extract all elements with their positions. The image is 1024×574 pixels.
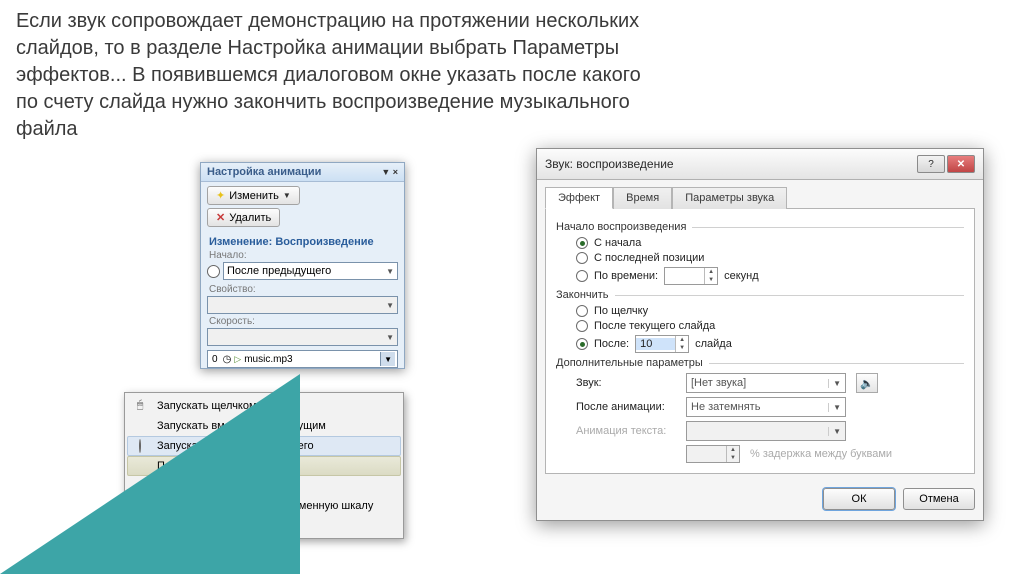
radio-after-n[interactable]: После: 10 ▲▼ слайда xyxy=(576,335,964,353)
star-icon: ✦ xyxy=(216,189,225,202)
spin-down-icon[interactable]: ▼ xyxy=(705,276,717,284)
unit-label: слайда xyxy=(695,338,732,350)
radio-icon xyxy=(576,305,588,317)
tab-body: Начало воспроизведения С начала С послед… xyxy=(545,208,975,474)
radio-icon xyxy=(576,252,588,264)
radio-icon xyxy=(576,338,588,350)
dialog-title: Звук: воспроизведение xyxy=(545,157,674,171)
clock-icon: ◷ xyxy=(223,354,232,365)
radio-label: После: xyxy=(594,338,629,350)
property-combo: ▼ xyxy=(207,296,398,314)
close-button[interactable]: ✕ xyxy=(947,155,975,173)
radio-label: С начала xyxy=(594,237,641,249)
radio-on-click[interactable]: По щелчку xyxy=(576,305,964,317)
combo-value: [Нет звука] xyxy=(691,377,746,389)
delay-label: % задержка между буквами xyxy=(750,448,892,460)
chevron-down-icon: ▼ xyxy=(283,191,291,200)
chevron-down-icon: ▼ xyxy=(386,301,394,310)
start-label: Начало: xyxy=(209,250,396,261)
tab-row: Эффект Время Параметры звука xyxy=(537,180,983,208)
delete-button-label: Удалить xyxy=(229,212,271,224)
chevron-down-icon: ▼ xyxy=(828,427,841,436)
tab-time[interactable]: Время xyxy=(613,187,672,209)
dialog-titlebar: Звук: воспроизведение ? ✕ xyxy=(537,149,983,180)
radio-label: С последней позиции xyxy=(594,252,704,264)
instruction-paragraph: Если звук сопровождает демонстрацию на п… xyxy=(0,0,680,151)
decorative-triangle xyxy=(0,374,300,574)
cancel-button[interactable]: Отмена xyxy=(903,488,975,510)
play-icon: ▷ xyxy=(234,354,241,365)
chevron-down-icon: ▼ xyxy=(386,267,394,276)
after-animation-label: После анимации: xyxy=(576,401,676,413)
radio-icon xyxy=(576,320,588,332)
animation-list-item[interactable]: 0 ◷ ▷ music.mp3 ▼ xyxy=(207,350,398,368)
start-combo-value: После предыдущего xyxy=(227,265,331,277)
help-button[interactable]: ? xyxy=(917,155,945,173)
delete-button[interactable]: ✕ Удалить xyxy=(207,208,280,227)
sound-label: Звук: xyxy=(576,377,676,389)
tab-effect[interactable]: Эффект xyxy=(545,187,613,209)
ok-button[interactable]: ОК xyxy=(823,488,895,510)
radio-by-time[interactable]: По времени: ▲▼ секунд xyxy=(576,267,964,285)
anim-file-label: music.mp3 xyxy=(244,354,292,365)
chevron-down-icon[interactable]: ▼ xyxy=(380,352,395,366)
unit-label: секунд xyxy=(724,270,759,282)
speed-combo: ▼ xyxy=(207,328,398,346)
property-label: Свойство: xyxy=(209,284,396,295)
pane-title: Настройка анимации xyxy=(207,166,321,178)
change-section-title: Изменение: Воспроизведение xyxy=(209,236,396,248)
end-group-label: Закончить xyxy=(556,289,964,301)
speed-label: Скорость: xyxy=(209,316,396,327)
x-icon: ✕ xyxy=(216,211,225,224)
chevron-down-icon: ▼ xyxy=(828,379,841,388)
radio-label: По щелчку xyxy=(594,305,648,317)
start-combo[interactable]: После предыдущего ▼ xyxy=(223,262,398,280)
tab-sound-params[interactable]: Параметры звука xyxy=(672,187,787,209)
extra-group-label: Дополнительные параметры xyxy=(556,357,964,369)
spinner-value: 10 xyxy=(636,338,675,350)
spin-up-icon[interactable]: ▲ xyxy=(676,336,688,344)
radio-after-current[interactable]: После текущего слайда xyxy=(576,320,964,332)
animation-pane: Настройка анимации ▼ × ✦ Изменить ▼ ✕ Уд… xyxy=(200,162,405,369)
combo-value: Не затемнять xyxy=(691,401,760,413)
delay-spinner: ▲▼ xyxy=(686,445,740,463)
text-animation-label: Анимация текста: xyxy=(576,425,676,437)
text-animation-combo: ▼ xyxy=(686,421,846,441)
start-group-label: Начало воспроизведения xyxy=(556,221,964,233)
speaker-button[interactable]: 🔈 xyxy=(856,373,878,393)
radio-label: После текущего слайда xyxy=(594,320,715,332)
spin-down-icon[interactable]: ▼ xyxy=(676,344,688,352)
radio-from-last[interactable]: С последней позиции xyxy=(576,252,964,264)
pane-title-bar: Настройка анимации ▼ × xyxy=(201,163,404,182)
change-button-label: Изменить xyxy=(229,190,279,202)
radio-icon xyxy=(576,270,588,282)
after-animation-combo[interactable]: Не затемнять ▼ xyxy=(686,397,846,417)
chevron-down-icon: ▼ xyxy=(828,403,841,412)
pane-dropdown-icon[interactable]: ▼ × xyxy=(381,167,398,177)
radio-from-start[interactable]: С начала xyxy=(576,237,964,249)
sound-play-dialog: Звук: воспроизведение ? ✕ Эффект Время П… xyxy=(536,148,984,521)
time-spinner[interactable]: ▲▼ xyxy=(664,267,718,285)
clock-icon xyxy=(207,265,220,278)
radio-label: По времени: xyxy=(594,270,658,282)
chevron-down-icon: ▼ xyxy=(386,333,394,342)
after-spinner[interactable]: 10 ▲▼ xyxy=(635,335,689,353)
anim-index: 0 xyxy=(210,354,220,365)
change-button[interactable]: ✦ Изменить ▼ xyxy=(207,186,300,205)
sound-combo[interactable]: [Нет звука] ▼ xyxy=(686,373,846,393)
spin-up-icon[interactable]: ▲ xyxy=(705,268,717,276)
radio-icon xyxy=(576,237,588,249)
